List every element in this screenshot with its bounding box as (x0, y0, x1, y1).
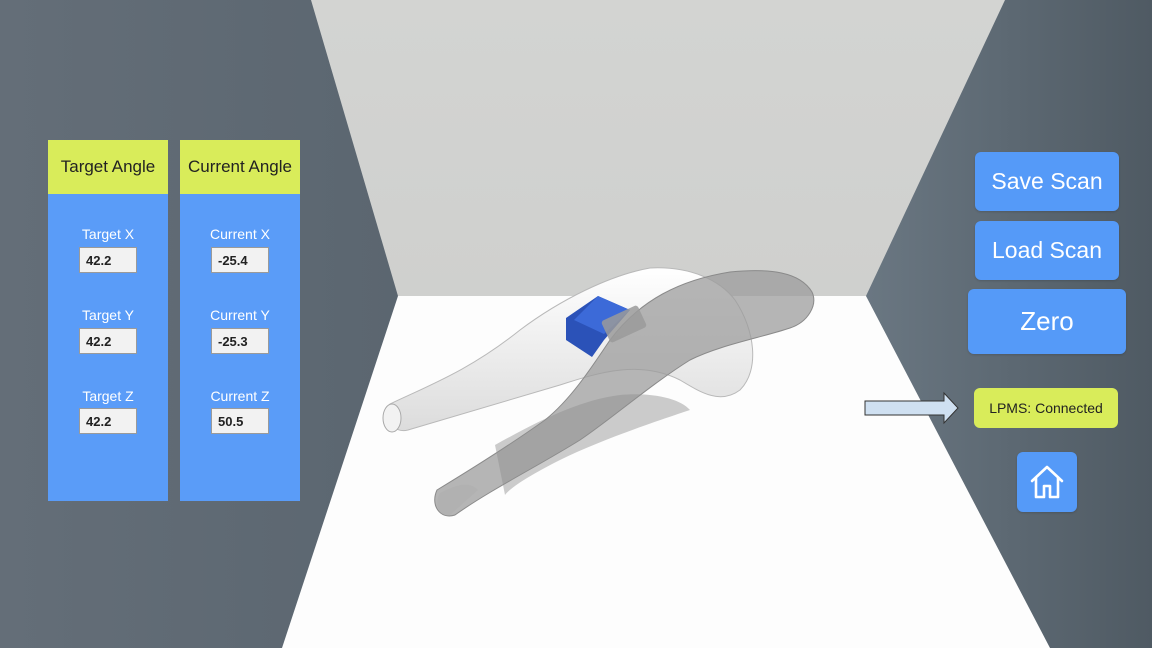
current-y-input[interactable] (211, 328, 269, 354)
zero-button[interactable]: Zero (968, 289, 1126, 354)
target-angle-panel: Target Angle Target X Target Y Target Z (48, 140, 168, 501)
current-x-input[interactable] (211, 247, 269, 273)
home-button[interactable] (1017, 452, 1077, 512)
current-y-label: Current Y (210, 307, 270, 323)
save-scan-label: Save Scan (991, 168, 1103, 194)
target-x-label: Target X (81, 226, 135, 242)
load-scan-button[interactable]: Load Scan (975, 221, 1119, 280)
target-x-input[interactable] (79, 247, 137, 273)
lpms-status-badge: LPMS: Connected (974, 388, 1118, 428)
target-z-label: Target Z (82, 388, 134, 404)
load-scan-label: Load Scan (992, 237, 1102, 263)
current-angle-panel: Current Angle Current X Current Y Curren… (180, 140, 300, 501)
current-x-label: Current X (210, 226, 270, 242)
current-z-input[interactable] (211, 408, 269, 434)
target-z-input[interactable] (79, 408, 137, 434)
target-y-input[interactable] (79, 328, 137, 354)
save-scan-button[interactable]: Save Scan (975, 152, 1119, 211)
current-z-label: Current Z (210, 388, 270, 404)
target-angle-header: Target Angle (48, 140, 168, 194)
home-icon (1030, 465, 1064, 499)
target-y-label: Target Y (82, 307, 134, 323)
current-angle-header: Current Angle (180, 140, 300, 194)
lpms-status-text: LPMS: Connected (989, 400, 1103, 416)
zero-label: Zero (1020, 306, 1074, 336)
